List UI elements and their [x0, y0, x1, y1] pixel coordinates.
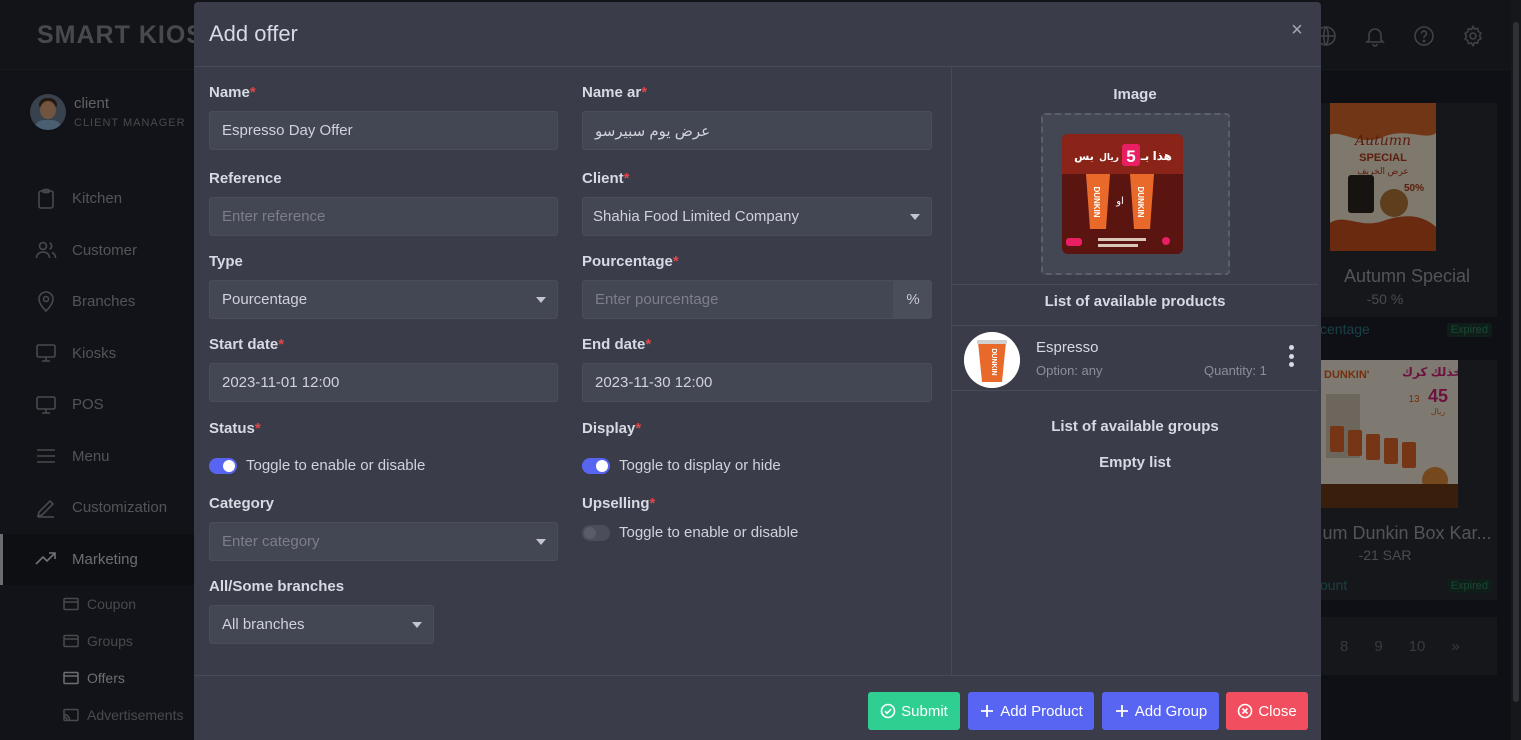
product-name: Espresso	[1036, 339, 1099, 356]
groups-empty-text: Empty list	[1099, 454, 1171, 471]
plus-icon	[981, 705, 994, 717]
upselling-toggle-label: Toggle to enable or disable	[619, 524, 799, 541]
client-select-value: Shahia Food Limited Company	[593, 208, 799, 225]
type-select-value: Pourcentage	[222, 291, 308, 308]
svg-text:DUNKIN: DUNKIN	[1092, 186, 1101, 217]
product-quantity: Quantity: 1	[1204, 363, 1267, 378]
reference-input[interactable]: Enter reference	[209, 197, 558, 236]
svg-text:او: او	[1115, 196, 1124, 207]
branches-field-label: All/Some branches	[209, 578, 345, 595]
display-field-label: Display*	[582, 420, 642, 437]
svg-text:DUNKIN: DUNKIN	[1136, 186, 1145, 217]
status-field-label: Status*	[209, 420, 261, 437]
branches-select-value: All branches	[222, 616, 305, 633]
offer-image: هذا بـ 5 ريال بس DUNKIN DUNKIN او	[1062, 134, 1183, 254]
display-toggle-row: Toggle to display or hide	[582, 457, 781, 474]
submit-button[interactable]: Submit	[868, 692, 960, 730]
percent-addon: %	[894, 280, 932, 319]
display-toggle[interactable]	[582, 457, 610, 474]
more-options-icon[interactable]	[1288, 345, 1294, 367]
check-circle-icon	[880, 703, 896, 719]
pourcentage-input[interactable]: Enter pourcentage	[582, 280, 894, 319]
start-date-input[interactable]: 2023-11-01 12:00	[209, 363, 558, 402]
add-group-button-label: Add Group	[1134, 702, 1208, 720]
product-option: Option: any	[1036, 363, 1103, 378]
add-group-button[interactable]: Add Group	[1102, 692, 1219, 730]
status-toggle[interactable]	[209, 457, 237, 474]
end-date-field-label: End date*	[582, 336, 652, 353]
svg-text:DUNKIN: DUNKIN	[990, 348, 997, 375]
client-select[interactable]: Shahia Food Limited Company	[582, 197, 932, 236]
upselling-field-label: Upselling*	[582, 495, 656, 512]
reference-field-label: Reference	[209, 170, 282, 187]
image-section-title: Image	[1113, 86, 1157, 103]
name-ar-input[interactable]: عرض يوم سبيرسو	[582, 111, 932, 150]
close-button-label: Close	[1258, 702, 1297, 720]
chevron-down-icon	[910, 214, 920, 220]
end-date-input[interactable]: 2023-11-30 12:00	[582, 363, 932, 402]
name-input[interactable]: Espresso Day Offer	[209, 111, 558, 150]
close-button[interactable]: Close	[1226, 692, 1308, 730]
add-product-button[interactable]: Add Product	[968, 692, 1094, 730]
svg-text:بس: بس	[1074, 151, 1094, 163]
status-toggle-label: Toggle to enable or disable	[246, 457, 426, 474]
chevron-down-icon	[536, 297, 546, 303]
product-item[interactable]: DUNKIN Espresso Option: any Quantity: 1	[952, 325, 1318, 391]
category-field-label: Category	[209, 495, 275, 512]
upselling-toggle-row: Toggle to enable or disable	[582, 524, 798, 541]
type-select[interactable]: Pourcentage	[209, 280, 558, 319]
modal-title: Add offer	[209, 21, 298, 46]
image-dropzone[interactable]: هذا بـ 5 ريال بس DUNKIN DUNKIN او	[1041, 113, 1230, 275]
branches-select[interactable]: All branches	[209, 605, 434, 644]
svg-text:هذا بـ: هذا بـ	[1140, 149, 1172, 163]
category-select-placeholder: Enter category	[222, 533, 320, 550]
upselling-toggle[interactable]	[582, 524, 610, 541]
plus-icon	[1115, 705, 1128, 717]
add-product-button-label: Add Product	[1000, 702, 1083, 720]
close-icon[interactable]: ×	[1287, 20, 1307, 40]
add-offer-modal: Add offer × Name* Espresso Day Offer Ref…	[194, 2, 1321, 740]
name-field-label: Name*	[209, 84, 256, 101]
svg-text:ريال: ريال	[1099, 152, 1119, 163]
svg-text:5: 5	[1126, 147, 1135, 166]
submit-button-label: Submit	[901, 702, 948, 720]
type-field-label: Type	[209, 253, 243, 270]
start-date-field-label: Start date*	[209, 336, 285, 353]
groups-section-title: List of available groups	[1051, 418, 1219, 435]
status-toggle-row: Toggle to enable or disable	[209, 457, 425, 474]
name-ar-field-label: Name ar*	[582, 84, 648, 101]
pourcentage-field-label: Pourcentage*	[582, 253, 679, 270]
category-select[interactable]: Enter category	[209, 522, 558, 561]
offer-side-panel: Image هذا بـ 5 ريال بس DUNKIN DUNKIN او	[951, 67, 1321, 675]
chevron-down-icon	[536, 539, 546, 545]
display-toggle-label: Toggle to display or hide	[619, 457, 781, 474]
chevron-down-icon	[412, 622, 422, 628]
products-section-title: List of available products	[1044, 293, 1226, 310]
client-field-label: Client*	[582, 170, 630, 187]
product-image: DUNKIN	[964, 332, 1020, 388]
x-circle-icon	[1238, 703, 1253, 719]
